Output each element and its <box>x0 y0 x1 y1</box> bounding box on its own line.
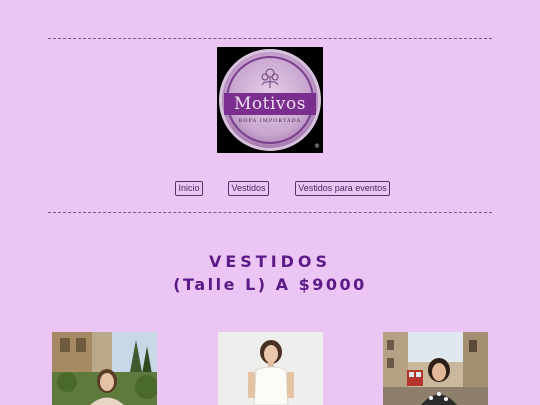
nav-divider <box>48 212 492 213</box>
main-nav: Inicio Vestidos Vestidos para eventos <box>0 181 540 197</box>
nav-link-vestidos-eventos[interactable]: Vestidos para eventos <box>295 181 390 196</box>
logo-emblem: Motivos ROPA IMPORTADA <box>219 49 321 151</box>
brand-logo[interactable]: Motivos ROPA IMPORTADA ® <box>217 47 323 153</box>
section-title-line2: (Talle L) A $9000 <box>173 275 367 294</box>
registered-mark-icon: ® <box>314 143 320 150</box>
product-photo-city <box>383 332 488 405</box>
top-divider <box>48 38 492 39</box>
brand-tagline: ROPA IMPORTADA <box>238 117 302 124</box>
flower-icon <box>261 68 279 88</box>
product-card[interactable] <box>52 332 157 405</box>
product-photo-white-dress <box>218 332 323 405</box>
logo-band: Motivos <box>224 92 316 115</box>
section-title-line1: VESTIDOS <box>208 252 332 271</box>
product-card[interactable] <box>218 332 323 405</box>
nav-link-inicio[interactable]: Inicio <box>175 181 203 196</box>
brand-name: Motivos <box>234 93 306 114</box>
product-card[interactable] <box>383 332 488 405</box>
nav-link-vestidos[interactable]: Vestidos <box>228 181 269 196</box>
section-title: VESTIDOS (Talle L) A $9000 <box>0 252 540 296</box>
product-photo-garden <box>52 332 157 405</box>
